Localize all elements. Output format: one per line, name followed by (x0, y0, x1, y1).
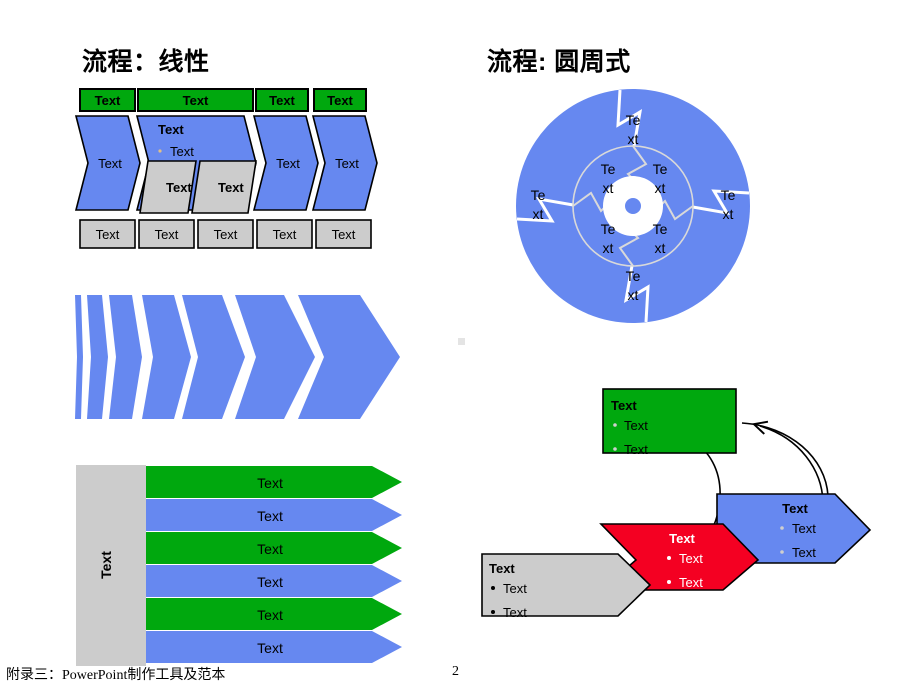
gray-parallelogram-label: Text (218, 180, 244, 195)
gray-block-bullet: Text (503, 605, 527, 620)
green-box-label: Text (183, 93, 209, 108)
circular-process-diagram: Te xt Te xt Te xt Te xt Te xt Te xt Te x… (516, 89, 750, 323)
arrow-stack-diagram: Text Text Text Text Text Text Text (76, 465, 402, 666)
bullet-dot-icon (613, 423, 617, 427)
gray-box-label: Text (332, 227, 356, 242)
gray-block-bullet: Text (503, 581, 527, 596)
bullet-dot-icon (158, 149, 162, 153)
green-box-label: Text (95, 93, 121, 108)
bullet-dot-icon (780, 550, 784, 554)
stray-artifact-square (458, 338, 465, 345)
green-block-bullet: Text (624, 442, 648, 457)
outer-label-left-line1: Te (531, 187, 546, 203)
inner-label-tr-line1: Te (653, 161, 668, 177)
cycle-blocks-diagram: Text Text Text Text Text Text Text Text … (481, 388, 872, 620)
inner-label-tl-line1: Te (601, 161, 616, 177)
cycle-arrow-right-tail (741, 422, 829, 497)
stack-arrow-label: Text (257, 541, 283, 557)
growth-chevron[interactable] (109, 295, 142, 419)
bullet-dot-icon (667, 580, 671, 584)
stack-arrow-label: Text (257, 574, 283, 590)
outer-label-right-line2: xt (723, 206, 734, 222)
arrow-stack-side-label: Text (98, 551, 114, 579)
footer-label: 附录三：PowerPoint制作工具及范本 (6, 668, 226, 683)
stack-arrow-label: Text (257, 640, 283, 656)
page-number: 2 (452, 664, 459, 679)
chevron-title: Text (158, 122, 184, 137)
chevron-label: Text (276, 156, 300, 171)
slide-footer: 附录三：PowerPoint制作工具及范本 2 (0, 664, 920, 686)
chevron-sub-bullet: Text (170, 144, 194, 159)
gray-box-label: Text (273, 227, 297, 242)
gray-box-label: Text (96, 227, 120, 242)
inner-ring-disc[interactable] (572, 145, 694, 267)
gray-block-title: Text (489, 561, 515, 576)
bullet-dot-icon (613, 447, 617, 451)
stack-arrow-label: Text (257, 607, 283, 623)
page-title-circular: 流程: 圆周式 (487, 48, 631, 76)
stack-arrow-label: Text (257, 475, 283, 491)
inner-label-br-line1: Te (653, 221, 668, 237)
arrow-rows: Text Text Text Text Text Text (146, 466, 402, 663)
green-box-label: Text (269, 93, 295, 108)
gray-box-label: Text (155, 227, 179, 242)
green-label-row: Text Text Text Text (79, 88, 367, 112)
green-block-bullet: Text (624, 418, 648, 433)
linear-process-diagram: Text Text Text Text Text Text Text Text … (74, 88, 378, 249)
slide-canvas: 流程：线性 流程: 圆周式 Text Text Text Text Text T… (0, 0, 920, 690)
inner-label-br-line2: xt (655, 240, 666, 256)
chevron-growth-diagram (75, 295, 400, 419)
blue-block-bullet: Text (792, 545, 816, 560)
stack-arrow-label: Text (257, 508, 283, 524)
chevron-label: Text (335, 156, 359, 171)
outer-label-top-line1: Te (626, 112, 641, 128)
gray-box-label: Text (214, 227, 238, 242)
cycle-arrow-right (760, 426, 824, 503)
green-box-label: Text (327, 93, 353, 108)
growth-chevron[interactable] (182, 295, 245, 419)
chevron-growth-group (75, 295, 400, 419)
growth-chevron[interactable] (235, 295, 315, 419)
growth-chevron[interactable] (87, 295, 108, 419)
inner-label-bl-line1: Te (601, 221, 616, 237)
red-block-bullet: Text (679, 575, 703, 590)
inner-label-tr-line2: xt (655, 180, 666, 196)
cycle-block-green[interactable]: Text Text Text (602, 388, 737, 457)
blue-block-bullet: Text (792, 521, 816, 536)
green-block-title: Text (611, 398, 637, 413)
chevron-label: Text (98, 156, 122, 171)
red-block-title: Text (669, 531, 695, 546)
inner-gray-shapes: Text Text (139, 160, 257, 214)
gray-box-row: Text Text Text Text Text (79, 219, 372, 249)
inner-label-tl-line2: xt (603, 180, 614, 196)
bullet-dot-icon (491, 610, 495, 614)
bullet-dot-icon (667, 556, 671, 560)
growth-chevron[interactable] (142, 295, 191, 419)
red-block-bullet: Text (679, 551, 703, 566)
cycle-block-gray[interactable]: Text Text Text (481, 553, 652, 620)
outer-label-left-line2: xt (533, 206, 544, 222)
bullet-dot-icon (491, 586, 495, 590)
outer-label-right-line1: Te (721, 187, 736, 203)
bullet-dot-icon (780, 526, 784, 530)
blue-block-title: Text (782, 501, 808, 516)
growth-chevron[interactable] (75, 295, 83, 419)
outer-label-top-line2: xt (628, 131, 639, 147)
outer-label-bottom-line1: Te (626, 268, 641, 284)
page-title-linear: 流程：线性 (82, 48, 210, 76)
gray-parallelogram-label: Text (166, 180, 192, 195)
inner-label-bl-line2: xt (603, 240, 614, 256)
outer-label-bottom-line2: xt (628, 287, 639, 303)
